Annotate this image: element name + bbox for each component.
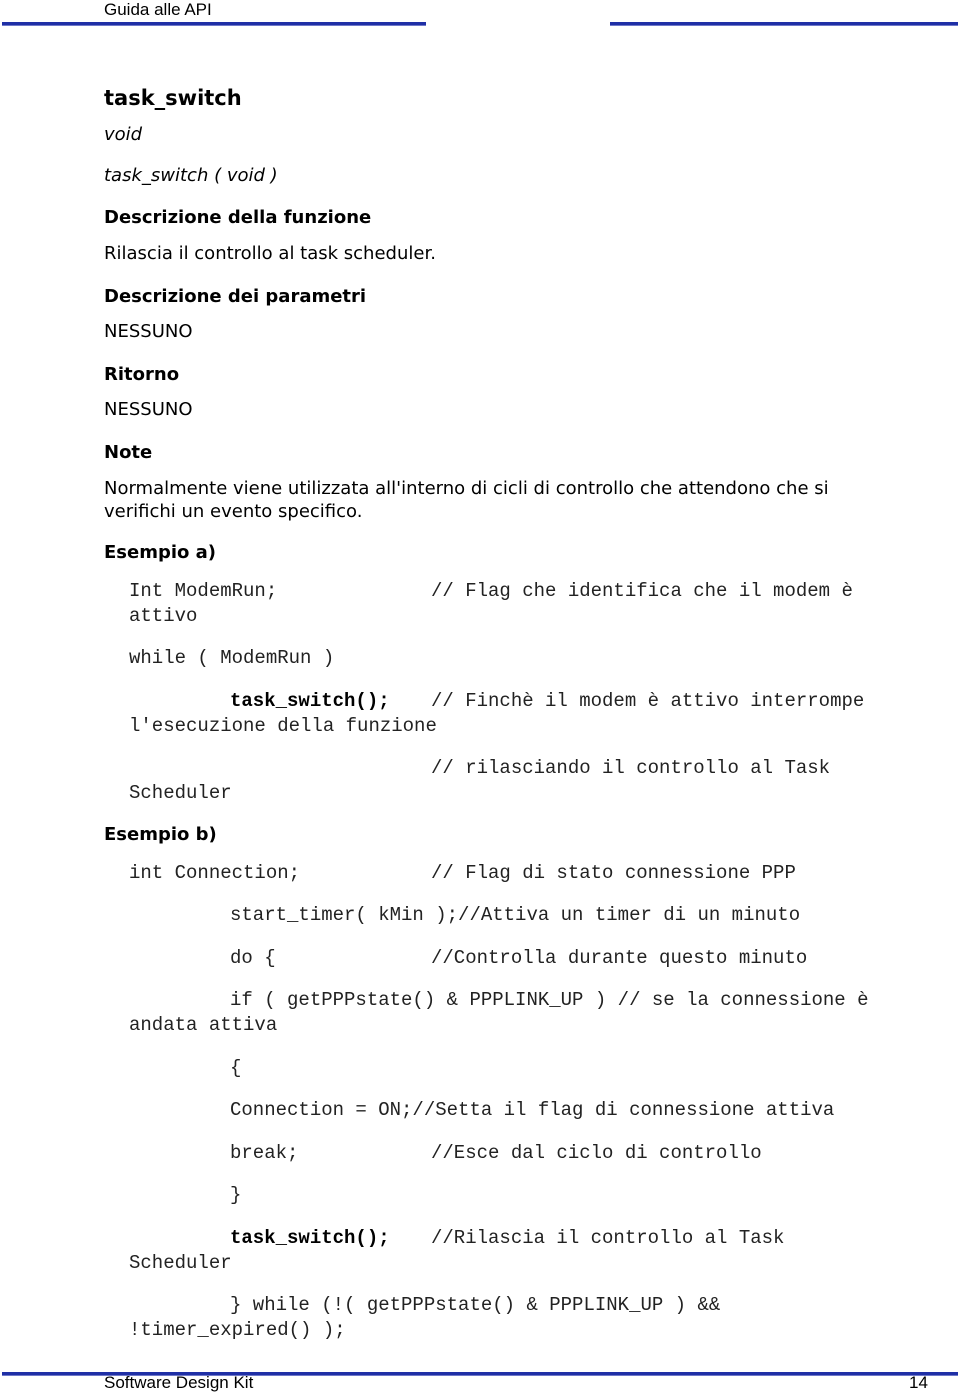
code-line: { bbox=[230, 1057, 242, 1079]
code-line: if ( getPPPstate() & PPPLINK_UP ) // se … bbox=[230, 989, 869, 1011]
description-heading: Descrizione della funzione bbox=[104, 207, 372, 228]
code-comment: //Rilascia il controllo al Task bbox=[431, 1227, 785, 1249]
page-number: 14 bbox=[909, 1373, 928, 1392]
code-line: } while (!( getPPPstate() & PPPLINK_UP )… bbox=[230, 1294, 721, 1316]
description-text: Rilascia il controllo al task scheduler. bbox=[104, 243, 436, 264]
function-signature: task_switch ( void ) bbox=[104, 165, 278, 186]
code-line: start_timer( kMin );//Attiva un timer di… bbox=[230, 904, 801, 926]
params-text: NESSUNO bbox=[104, 321, 193, 342]
code-line: Scheduler bbox=[129, 1252, 232, 1274]
return-heading: Ritorno bbox=[104, 364, 180, 385]
code-comment: //Controlla durante questo minuto bbox=[431, 947, 808, 969]
note-text: Normalmente viene utilizzata all'interno… bbox=[104, 478, 829, 522]
example-a-heading: Esempio a) bbox=[104, 542, 217, 563]
header-rule-left bbox=[2, 22, 426, 26]
code-comment: // Flag di stato connessione PPP bbox=[431, 862, 796, 884]
code-line: Scheduler bbox=[129, 782, 232, 804]
code-line-bold: task_switch(); bbox=[230, 1227, 390, 1249]
code-line: attivo bbox=[129, 605, 198, 627]
header-rule-right bbox=[610, 22, 958, 26]
code-comment: // rilasciando il controllo al Task bbox=[431, 757, 831, 779]
code-line: do { bbox=[230, 947, 276, 969]
code-line: Connection = ON;//Setta il flag di conne… bbox=[230, 1099, 835, 1121]
code-comment: // Finchè il modem è attivo interrompe bbox=[431, 690, 865, 712]
footer-title: Software Design Kit bbox=[104, 1373, 254, 1392]
function-name: task_switch bbox=[104, 86, 242, 110]
code-comment: // Flag che identifica che il modem è bbox=[431, 580, 853, 602]
example-b-heading: Esempio b) bbox=[104, 824, 217, 845]
code-line: while ( ModemRun ) bbox=[129, 647, 335, 669]
return-text: NESSUNO bbox=[104, 399, 193, 420]
code-line: break; bbox=[230, 1142, 299, 1164]
code-line: l'esecuzione della funzione bbox=[129, 715, 437, 737]
code-line: int Connection; bbox=[129, 862, 301, 884]
code-line-bold: task_switch(); bbox=[230, 690, 390, 712]
code-line: !timer_expired() ); bbox=[129, 1319, 346, 1341]
note-heading: Note bbox=[104, 442, 153, 463]
function-return-type: void bbox=[104, 124, 143, 145]
params-heading: Descrizione dei parametri bbox=[104, 286, 367, 307]
code-line: Int ModemRun; bbox=[129, 580, 278, 602]
header-title: Guida alle API bbox=[104, 0, 212, 19]
code-comment: //Esce dal ciclo di controllo bbox=[431, 1142, 762, 1164]
code-line: andata attiva bbox=[129, 1014, 278, 1036]
code-line: } bbox=[230, 1184, 242, 1206]
